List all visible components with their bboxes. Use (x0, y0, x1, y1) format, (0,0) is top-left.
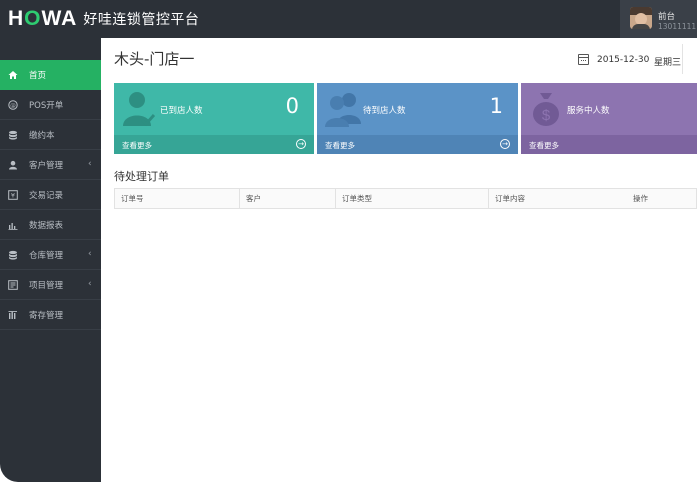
bar-chart-icon (8, 223, 18, 230)
column-header-order-no: 订单号 (121, 194, 144, 203)
sidebar-item-label: POS开单 (29, 101, 64, 111)
sidebar-item-label: 客户管理 (29, 161, 64, 171)
view-more-label: 查看更多 (122, 141, 152, 150)
sidebar-item-label: 缴约本 (29, 131, 55, 141)
arrow-right-icon: → (500, 139, 510, 149)
project-icon (8, 280, 18, 290)
users-icon (325, 93, 361, 127)
svg-text:$: $ (542, 107, 551, 124)
sidebar-item-warehouse[interactable]: 仓库管理 ‹ (0, 240, 101, 270)
sidebar-item-storage[interactable]: 寄存管理 (0, 300, 101, 330)
user-phone: 13011111111 (658, 22, 697, 31)
pending-orders-table: 订单号 客户 订单类型 订单内容 操作 (114, 188, 697, 209)
logo-mark: HOWA (8, 7, 78, 30)
view-more-label: 查看更多 (325, 141, 355, 150)
in-service-count-card: $ 服务中人数 查看更多 (521, 83, 697, 154)
current-date: 2015-12-30 (597, 55, 650, 65)
column-header-order-content: 订单内容 (488, 189, 628, 208)
column-header-customer: 客户 (239, 189, 335, 208)
sidebar-item-label: 寄存管理 (29, 311, 64, 321)
storage-icon (8, 311, 17, 319)
column-header-order-type: 订单类型 (335, 189, 488, 208)
user-menu[interactable]: 前台 13011111111 (620, 0, 697, 38)
sidebar-item-home[interactable]: 首页 (0, 60, 101, 90)
database-icon (9, 130, 17, 140)
sidebar-item-projects[interactable]: 项目管理 ‹ (0, 270, 101, 300)
card-label: 待到店人数 (363, 106, 406, 116)
sidebar-item-label: 项目管理 (29, 281, 64, 291)
sidebar-item-appointment[interactable]: 缴约本 (0, 120, 101, 150)
divider (682, 44, 683, 74)
chevron-left-icon: ‹ (88, 279, 92, 289)
avatar (630, 7, 652, 29)
sidebar-item-label: 仓库管理 (29, 251, 64, 261)
arrow-right-icon: → (296, 139, 306, 149)
card-label: 已到店人数 (160, 106, 203, 116)
sidebar-item-label: 首页 (29, 71, 47, 81)
view-more-link[interactable]: 查看更多 → (114, 135, 314, 154)
view-more-link[interactable]: 查看更多 (521, 135, 697, 154)
card-value: 1 (489, 94, 503, 118)
customer-icon (9, 160, 17, 170)
card-label: 服务中人数 (567, 106, 610, 116)
arrived-count-card: 已到店人数 0 查看更多 → (114, 83, 314, 154)
sidebar-item-transactions[interactable]: ¥ 交易记录 (0, 180, 101, 210)
top-bar: HOWA 好哇连锁管控平台 前台 13011111111 (0, 0, 697, 38)
warehouse-icon (9, 250, 17, 260)
brand-logo[interactable]: HOWA 好哇连锁管控平台 (8, 8, 199, 30)
pos-icon: @ (8, 100, 18, 110)
chevron-left-icon: ‹ (88, 249, 92, 259)
svg-text:@: @ (10, 103, 16, 109)
app-title: 好哇连锁管控平台 (83, 12, 200, 28)
yen-icon: ¥ (8, 190, 18, 200)
sidebar-item-reports[interactable]: 数据报表 (0, 210, 101, 240)
current-weekday: 星期三 (654, 58, 682, 68)
money-bag-icon: $ (533, 93, 559, 126)
svg-text:¥: ¥ (11, 192, 15, 200)
view-more-link[interactable]: 查看更多 → (317, 135, 518, 154)
chevron-left-icon: ‹ (88, 159, 92, 169)
sidebar-item-label: 交易记录 (29, 191, 64, 201)
sidebar-item-customers[interactable]: 客户管理 ‹ (0, 150, 101, 180)
pending-count-card: 待到店人数 1 查看更多 → (317, 83, 518, 154)
pending-orders-title: 待处理订单 (114, 170, 169, 183)
calendar-icon (578, 54, 589, 65)
card-value: 0 (285, 94, 299, 118)
column-header-actions: 操作 (633, 194, 648, 203)
user-check-icon (123, 92, 156, 127)
view-more-label: 查看更多 (529, 141, 559, 150)
sidebar-item-pos[interactable]: @ POS开单 (0, 90, 101, 120)
sidebar: 首页 @ POS开单 缴约本 客户管理 ‹ ¥ 交易记录 数据报表 仓库管理 ‹… (0, 38, 101, 482)
home-icon (8, 71, 18, 79)
user-name: 前台 (658, 12, 676, 22)
page-title: 木头-门店一 (114, 50, 195, 68)
sidebar-item-label: 数据报表 (29, 221, 64, 231)
